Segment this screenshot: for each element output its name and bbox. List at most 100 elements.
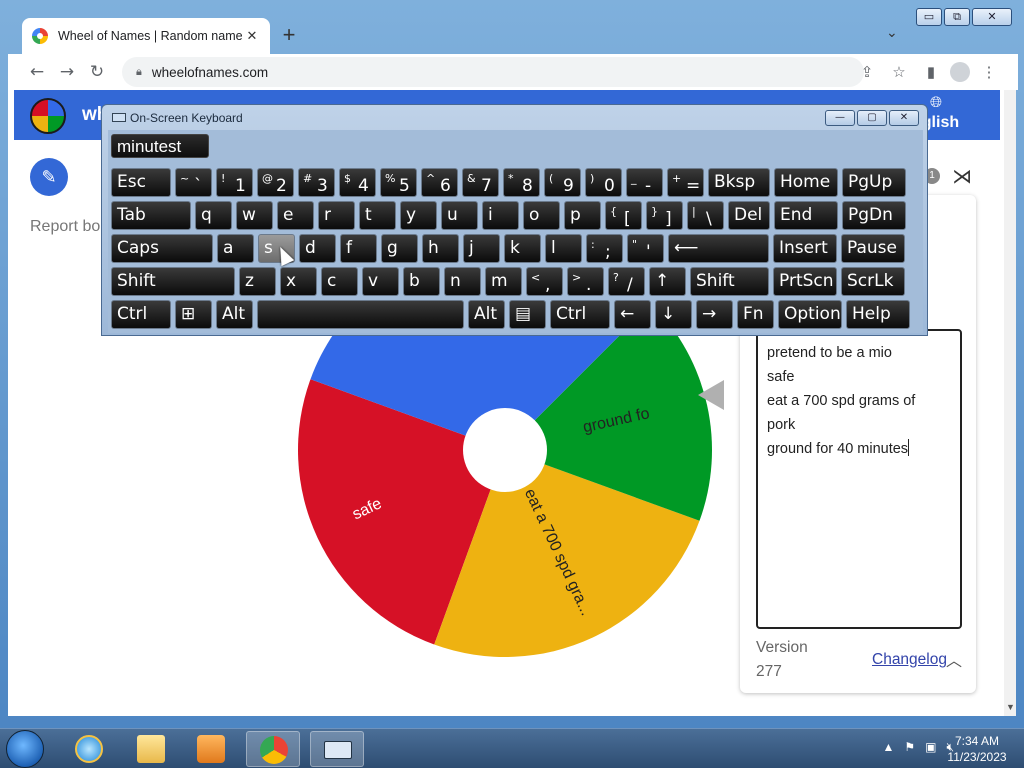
- key-symbol[interactable]: ⟵: [668, 234, 769, 263]
- key-q[interactable]: q: [195, 201, 232, 230]
- key-o[interactable]: o: [523, 201, 560, 230]
- app-logo[interactable]: [30, 98, 66, 134]
- key-alt[interactable]: Alt: [216, 300, 253, 329]
- prediction-key[interactable]: minutest: [111, 134, 209, 158]
- key-n[interactable]: n: [444, 267, 481, 296]
- key-d[interactable]: d: [299, 234, 336, 263]
- key-symbol[interactable]: }]: [646, 201, 683, 230]
- forward-button[interactable]: →: [52, 62, 82, 82]
- key-3[interactable]: #3: [298, 168, 335, 197]
- clock[interactable]: 7:34 AM 11/23/2023: [942, 733, 1012, 765]
- key-t[interactable]: t: [359, 201, 396, 230]
- key-5[interactable]: % 5: [380, 168, 417, 197]
- address-bar[interactable]: 🔒︎ wheelofnames.com: [122, 57, 864, 87]
- key-j[interactable]: j: [463, 234, 500, 263]
- key-insert[interactable]: Insert: [773, 234, 837, 263]
- wheel-center[interactable]: [463, 408, 547, 492]
- key-options[interactable]: Options: [778, 300, 842, 329]
- key-prtscn[interactable]: PrtScn: [773, 267, 837, 296]
- key-x[interactable]: x: [280, 267, 317, 296]
- key-help[interactable]: Help: [846, 300, 910, 329]
- key-symbol[interactable]: " ': [627, 234, 664, 263]
- key-symbol[interactable]: :;: [586, 234, 623, 263]
- entries-textarea[interactable]: pretend to be a mio safe eat a 700 spd g…: [756, 329, 962, 629]
- browser-tab[interactable]: Wheel of Names | Random name ✕: [22, 18, 270, 54]
- key-symbol[interactable]: →: [696, 300, 733, 329]
- reload-button[interactable]: ↻: [82, 62, 112, 82]
- key-ctrl[interactable]: Ctrl: [111, 300, 171, 329]
- key-i[interactable]: i: [482, 201, 519, 230]
- key-b[interactable]: b: [403, 267, 440, 296]
- key-symbol[interactable]: <,: [526, 267, 563, 296]
- key-8[interactable]: * 8: [503, 168, 540, 197]
- key-g[interactable]: g: [381, 234, 418, 263]
- key-z[interactable]: z: [239, 267, 276, 296]
- new-tab-button[interactable]: +: [276, 22, 302, 48]
- menu-icon[interactable]: ⋮: [976, 63, 1002, 81]
- key-r[interactable]: r: [318, 201, 355, 230]
- key-7[interactable]: & 7: [462, 168, 499, 197]
- key-pgdn[interactable]: PgDn: [842, 201, 906, 230]
- key-esc[interactable]: Esc: [111, 168, 171, 197]
- page-scrollbar[interactable]: ▼: [1004, 90, 1016, 716]
- key-p[interactable]: p: [564, 201, 601, 230]
- key-c[interactable]: c: [321, 267, 358, 296]
- key-ctrl[interactable]: Ctrl: [550, 300, 610, 329]
- edit-pencil-button[interactable]: ✎: [30, 158, 68, 196]
- key-alt[interactable]: Alt: [468, 300, 505, 329]
- key-symbol[interactable]: >.: [567, 267, 604, 296]
- key-9[interactable]: (9: [544, 168, 581, 197]
- key-end[interactable]: End: [774, 201, 838, 230]
- key-symbol[interactable]: | \: [687, 201, 724, 230]
- key-caps[interactable]: Caps: [111, 234, 213, 263]
- tab-close-icon[interactable]: ✕: [244, 28, 260, 44]
- key-f[interactable]: f: [340, 234, 377, 263]
- key-symbol[interactable]: + =: [667, 168, 704, 197]
- ie-taskbar-button[interactable]: [62, 731, 116, 767]
- report-link[interactable]: Report bo: [30, 218, 100, 236]
- osk-maximize-button[interactable]: ▢: [857, 110, 887, 126]
- chevron-up-icon[interactable]: ︿: [946, 647, 962, 671]
- key-k[interactable]: k: [504, 234, 541, 263]
- scroll-down-icon[interactable]: ▼: [1006, 702, 1015, 712]
- key-scrlk[interactable]: ScrLk: [841, 267, 905, 296]
- space-key[interactable]: [257, 300, 464, 329]
- key-fn[interactable]: Fn: [737, 300, 774, 329]
- network-icon[interactable]: ▣: [925, 740, 936, 755]
- osk-taskbar-button[interactable]: [310, 731, 364, 767]
- key-symbol[interactable]: _ -: [626, 168, 663, 197]
- key-1[interactable]: ! 1: [216, 168, 253, 197]
- key-v[interactable]: v: [362, 267, 399, 296]
- media-player-taskbar-button[interactable]: [184, 731, 238, 767]
- key-shift[interactable]: Shift: [690, 267, 769, 296]
- key-bksp[interactable]: Bksp: [708, 168, 770, 197]
- key-symbol[interactable]: ▤: [509, 300, 546, 329]
- globe-icon[interactable]: 🌐︎: [930, 94, 942, 111]
- key-a[interactable]: a: [217, 234, 254, 263]
- back-button[interactable]: ←: [22, 62, 52, 82]
- tab-search-button[interactable]: ⌄: [886, 24, 898, 41]
- key-symbol[interactable]: ←: [614, 300, 651, 329]
- bookmark-star-icon[interactable]: ☆: [886, 63, 912, 81]
- key-m[interactable]: m: [485, 267, 522, 296]
- collapse-panel-icon[interactable]: ⋊: [952, 164, 972, 188]
- profile-avatar[interactable]: [950, 62, 970, 82]
- key-shift[interactable]: Shift: [111, 267, 235, 296]
- key-w[interactable]: w: [236, 201, 273, 230]
- key-symbol[interactable]: ~ `: [175, 168, 212, 197]
- chrome-taskbar-button[interactable]: [246, 731, 300, 767]
- side-panel-icon[interactable]: ▮: [918, 63, 944, 81]
- key-pgup[interactable]: PgUp: [842, 168, 906, 197]
- key-del[interactable]: Del: [728, 201, 770, 230]
- share-icon[interactable]: ⇪: [854, 63, 880, 81]
- key-u[interactable]: u: [441, 201, 478, 230]
- key-symbol[interactable]: ↑: [649, 267, 686, 296]
- tray-expand-icon[interactable]: ▲: [882, 740, 894, 755]
- key-symbol[interactable]: ↓: [655, 300, 692, 329]
- key-6[interactable]: ^ 6: [421, 168, 458, 197]
- key-tab[interactable]: Tab: [111, 201, 191, 230]
- flag-icon[interactable]: ⚑: [904, 740, 915, 755]
- explorer-taskbar-button[interactable]: [124, 731, 178, 767]
- key-home[interactable]: Home: [774, 168, 838, 197]
- key-2[interactable]: @2: [257, 168, 294, 197]
